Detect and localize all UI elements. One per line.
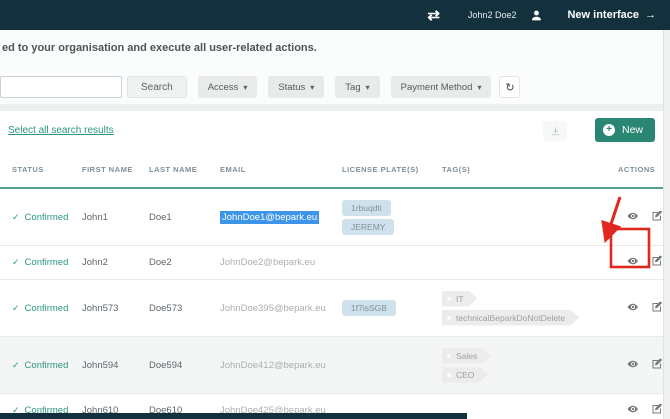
intro-text: ed to your organisation and execute all …: [2, 42, 317, 54]
status-text: Confirmed: [25, 360, 69, 371]
chevron-down-icon: ▾: [477, 83, 481, 92]
check-icon: ✓: [12, 360, 20, 370]
last-name-cell: Doe1: [145, 188, 216, 246]
chevron-down-icon: ▾: [310, 83, 314, 92]
license-plates-cell: 1rbuqdti JEREMY: [338, 188, 438, 246]
users-table: STATUS FIRST NAME LAST NAME EMAIL LICENS…: [0, 151, 663, 419]
email-text: JohnDoe1@bepark.eu: [220, 211, 319, 224]
tag-chip: technicalBeparkDoNotDelete: [442, 310, 579, 326]
check-icon: ✓: [12, 212, 20, 222]
search-input[interactable]: [0, 76, 122, 98]
filter-tag-button[interactable]: Tag ▾: [335, 76, 379, 98]
check-icon: ✓: [12, 303, 20, 313]
page-scrollbar-gutter[interactable]: [663, 30, 670, 419]
refresh-icon: ↻: [505, 81, 514, 94]
table-row[interactable]: ✓ Confirmed John594 Doe594 JohnDoe412@bep…: [0, 337, 663, 394]
filter-payment-method-button[interactable]: Payment Method ▾: [391, 76, 492, 98]
view-user-icon[interactable]: [627, 403, 639, 418]
tags-cell: [438, 188, 614, 246]
email-text: JohnDoe395@bepark.eu: [220, 303, 326, 314]
view-user-icon[interactable]: [627, 358, 639, 373]
refresh-button[interactable]: ↻: [499, 76, 520, 98]
user-icon[interactable]: [530, 9, 543, 22]
topbar-user-name[interactable]: John2 Doe2: [468, 10, 517, 20]
topbar: ⇄ John2 Doe2 New interface →: [0, 0, 670, 30]
edit-user-icon[interactable]: [651, 301, 663, 316]
tags-cell: [438, 246, 614, 280]
swap-accounts-icon[interactable]: ⇄: [427, 6, 440, 24]
license-plates-cell: [338, 337, 438, 394]
license-plate-badge: JEREMY: [342, 219, 394, 235]
select-all-link[interactable]: Select all search results: [8, 125, 114, 136]
chevron-down-icon: ▾: [243, 83, 247, 92]
search-row: Search Access ▾ Status ▾ Tag ▾ Payment M…: [0, 76, 520, 98]
filter-status-button[interactable]: Status ▾: [268, 76, 324, 98]
edit-user-icon[interactable]: [651, 210, 663, 225]
column-header-actions: ACTIONS: [614, 151, 663, 188]
email-text: JohnDoe2@bepark.eu: [220, 257, 315, 268]
email-text: JohnDoe412@bepark.eu: [220, 360, 326, 371]
edit-user-icon[interactable]: [651, 255, 663, 270]
view-user-icon[interactable]: [627, 210, 639, 225]
subheader: ed to your organisation and execute all …: [0, 30, 670, 104]
column-header-tags[interactable]: TAG(S): [438, 151, 614, 188]
tag-chip: Sales: [442, 348, 491, 364]
filter-tag-label: Tag: [345, 82, 360, 93]
filter-status-label: Status: [278, 82, 305, 93]
edit-user-icon[interactable]: [651, 358, 663, 373]
column-header-license-plates[interactable]: LICENSE PLATE(S): [338, 151, 438, 188]
filter-access-label: Access: [208, 82, 239, 93]
new-button-label: New: [622, 124, 643, 136]
status-text: Confirmed: [25, 303, 69, 314]
license-plates-cell: [338, 246, 438, 280]
chevron-down-icon: ▾: [366, 83, 370, 92]
user-management-page: ⇄ John2 Doe2 New interface → ed to your …: [0, 0, 670, 419]
license-plate-badge: 1f7isSGB: [342, 300, 396, 316]
table-row[interactable]: ✓ Confirmed John573 Doe573 JohnDoe395@bep…: [0, 280, 663, 337]
check-icon: ✓: [12, 257, 20, 267]
new-interface-link[interactable]: New interface →: [567, 9, 656, 21]
search-button[interactable]: Search: [127, 76, 187, 98]
tag-chip: IT: [442, 291, 478, 307]
first-name-cell: John594: [78, 337, 145, 394]
table-header-row: STATUS FIRST NAME LAST NAME EMAIL LICENS…: [0, 151, 663, 188]
license-plate-badge: 1rbuqdti: [342, 200, 391, 216]
tag-chip: CEO: [442, 367, 488, 383]
plus-icon: +: [603, 124, 615, 136]
footer-top-edge: [0, 413, 467, 419]
first-name-cell: John573: [78, 280, 145, 337]
license-plates-cell: 1f7isSGB: [338, 280, 438, 337]
filter-access-button[interactable]: Access ▾: [198, 76, 258, 98]
table-row[interactable]: ✓ Confirmed John1 Doe1 JohnDoe1@bepark.eu…: [0, 188, 663, 246]
edit-user-icon[interactable]: [651, 403, 663, 418]
column-header-status[interactable]: STATUS: [0, 151, 78, 188]
filter-payment-method-label: Payment Method: [401, 82, 473, 93]
section-divider: [0, 104, 670, 111]
last-name-cell: Doe594: [145, 337, 216, 394]
first-name-cell: John2: [78, 246, 145, 280]
last-name-cell: Doe2: [145, 246, 216, 280]
status-text: Confirmed: [25, 212, 69, 223]
new-interface-label: New interface: [567, 9, 639, 21]
view-user-icon[interactable]: [627, 255, 639, 270]
column-header-email[interactable]: EMAIL: [216, 151, 338, 188]
tags-cell: Sales CEO: [438, 337, 614, 394]
table-row[interactable]: ✓ Confirmed John2 Doe2 JohnDoe2@bepark.eu: [0, 246, 663, 280]
view-user-icon[interactable]: [627, 301, 639, 316]
last-name-cell: Doe573: [145, 280, 216, 337]
users-table-area: STATUS FIRST NAME LAST NAME EMAIL LICENS…: [0, 151, 663, 419]
new-user-button[interactable]: + New: [595, 118, 655, 142]
column-header-first-name[interactable]: FIRST NAME: [78, 151, 145, 188]
status-text: Confirmed: [25, 257, 69, 268]
download-icon: [550, 126, 561, 137]
first-name-cell: John1: [78, 188, 145, 246]
column-header-last-name[interactable]: LAST NAME: [145, 151, 216, 188]
arrow-right-icon: →: [645, 9, 656, 21]
export-download-button[interactable]: [543, 121, 567, 141]
tags-cell: IT technicalBeparkDoNotDelete: [438, 280, 614, 337]
list-toolbar: Select all search results + New: [0, 111, 663, 151]
